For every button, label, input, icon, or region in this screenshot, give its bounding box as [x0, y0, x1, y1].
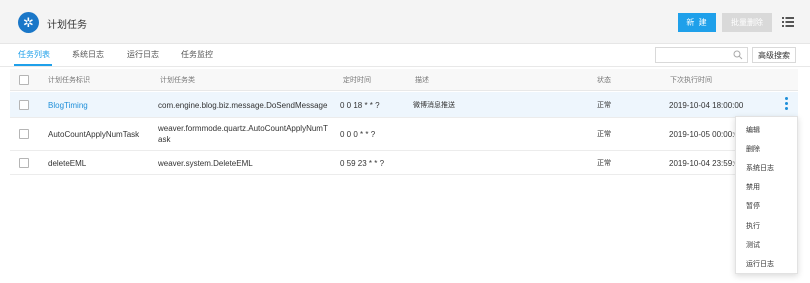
page-title: 计划任务: [47, 20, 87, 31]
task-class: weaver.system.DeleteEML: [158, 159, 253, 168]
tab-task-list[interactable]: 任务列表: [18, 49, 50, 60]
gear-icon: ✲: [18, 12, 39, 33]
top-bar: ✲ 计划任务 新 建 批量删除: [0, 0, 810, 44]
menu-item-system-log[interactable]: 系统日志: [746, 163, 774, 173]
task-status: 正常: [597, 102, 611, 109]
active-tab-indicator: [14, 64, 52, 66]
task-next-run: 2019-10-04 18:00:00: [669, 101, 744, 110]
column-header-status[interactable]: 状态: [597, 76, 611, 86]
menu-item-edit[interactable]: 编辑: [746, 125, 760, 135]
task-status: 正常: [597, 160, 611, 167]
column-header-class[interactable]: 计划任务类: [160, 76, 195, 86]
row-checkbox[interactable]: [19, 129, 29, 139]
list-icon[interactable]: [781, 15, 795, 29]
search-input[interactable]: [655, 47, 748, 63]
tab-run-log[interactable]: 运行日志: [127, 49, 159, 60]
tab-task-monitor[interactable]: 任务监控: [181, 49, 213, 60]
bulk-delete-button[interactable]: 批量删除: [722, 13, 772, 32]
task-description: 微博消息推送: [413, 102, 455, 109]
task-cron: 0 0 0 * * ?: [340, 130, 376, 139]
menu-item-delete[interactable]: 删除: [746, 144, 760, 154]
select-all-checkbox[interactable]: [19, 75, 29, 85]
column-header-cron[interactable]: 定时时间: [343, 76, 371, 86]
column-header-description[interactable]: 描述: [415, 76, 429, 86]
task-id-link[interactable]: BlogTiming: [48, 101, 88, 111]
task-class-line2: ask: [158, 135, 171, 144]
row-actions-menu: 编辑 删除 系统日志 禁用 暂停 执行 测试 运行日志: [735, 116, 798, 274]
table-header: 计划任务标识 计划任务类 定时时间 描述 状态 下次执行时间: [10, 69, 798, 91]
new-button[interactable]: 新 建: [678, 13, 716, 32]
task-class-line1: weaver.formmode.quartz.AutoCountApplyNum…: [158, 124, 328, 133]
task-cron: 0 0 18 * * ?: [340, 101, 380, 110]
menu-item-disable[interactable]: 禁用: [746, 182, 760, 192]
tab-system-log[interactable]: 系统日志: [72, 49, 104, 60]
advanced-search-button[interactable]: 高级搜索: [752, 47, 796, 63]
row-checkbox[interactable]: [19, 100, 29, 110]
tab-bar: 任务列表 系统日志 运行日志 任务监控 高级搜索: [0, 44, 810, 67]
task-cron: 0 59 23 * * ?: [340, 159, 385, 168]
table-row[interactable]: BlogTiming com.engine.blog.biz.message.D…: [10, 92, 798, 118]
table-row[interactable]: deleteEML weaver.system.DeleteEML 0 59 2…: [10, 151, 798, 175]
menu-item-run-log[interactable]: 运行日志: [746, 259, 774, 269]
menu-item-test[interactable]: 测试: [746, 240, 760, 250]
table-row[interactable]: AutoCountApplyNumTask weaver.formmode.qu…: [10, 118, 798, 151]
more-actions-icon[interactable]: [785, 97, 789, 111]
menu-item-execute[interactable]: 执行: [746, 221, 760, 231]
task-class: com.engine.blog.biz.message.DoSendMessag…: [158, 101, 328, 110]
task-id[interactable]: AutoCountApplyNumTask: [48, 130, 139, 140]
task-next-run: 2019-10-05 00:00:0: [669, 130, 739, 139]
row-checkbox[interactable]: [19, 158, 29, 168]
task-id[interactable]: deleteEML: [48, 159, 86, 169]
task-next-run: 2019-10-04 23:59:0: [669, 159, 739, 168]
column-header-id[interactable]: 计划任务标识: [48, 76, 90, 86]
task-status: 正常: [597, 131, 611, 138]
menu-item-pause[interactable]: 暂停: [746, 201, 760, 211]
column-header-next-run[interactable]: 下次执行时间: [670, 76, 712, 86]
search-icon[interactable]: [733, 50, 743, 60]
